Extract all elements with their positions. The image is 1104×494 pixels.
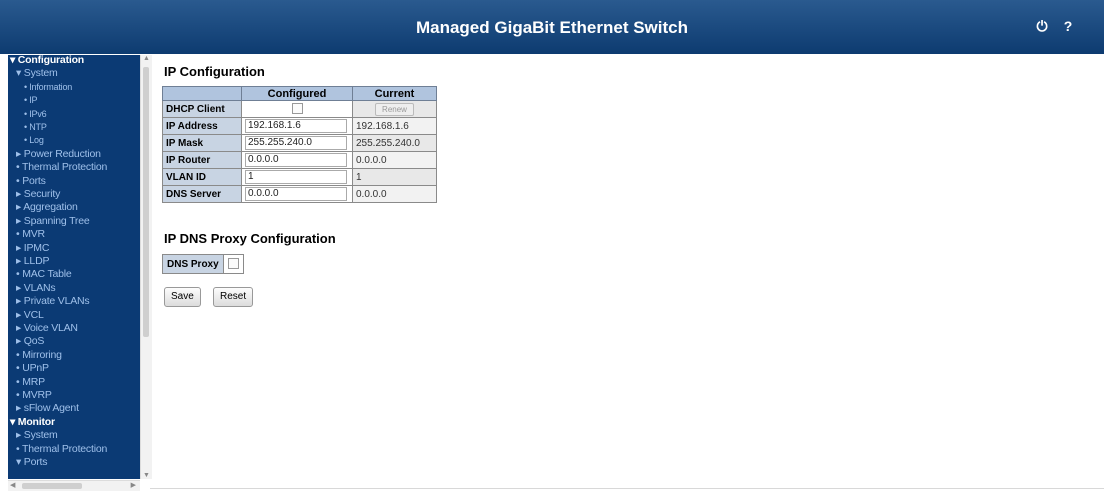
- sidebar-item[interactable]: • Ports: [16, 175, 46, 187]
- ip-mask-label: IP Mask: [162, 134, 242, 152]
- sidebar-item[interactable]: ▸ Security: [16, 189, 60, 200]
- header-bar: Managed GigaBit Ethernet Switch ⏻ ?: [0, 0, 1104, 54]
- sidebar-item[interactable]: ▸ Private VLANs: [16, 296, 90, 307]
- dns-server-input[interactable]: 0.0.0.0: [245, 187, 347, 201]
- sidebar-item[interactable]: • MAC Table: [16, 269, 72, 280]
- vlan-id-input[interactable]: 1: [245, 170, 347, 184]
- ip-router-label: IP Router: [162, 151, 242, 169]
- sidebar-item[interactable]: • Thermal Protection: [16, 162, 107, 173]
- sidebar-item[interactable]: ▸ VCL: [16, 309, 44, 321]
- ip-address-current: 192.168.1.6: [352, 117, 437, 135]
- dns-proxy-cell: [222, 254, 244, 274]
- sidebar-item[interactable]: ▸ LLDP: [16, 256, 49, 267]
- scroll-down-arrow-icon[interactable]: ▼: [142, 472, 151, 479]
- sidebar-item[interactable]: • UPnP: [16, 363, 49, 374]
- scroll-right-arrow-icon[interactable]: ▶: [131, 481, 136, 489]
- ip-mask-input[interactable]: 255.255.240.0: [245, 136, 347, 150]
- vlan-id-label: VLAN ID: [162, 168, 242, 186]
- sidebar-vertical-scrollbar[interactable]: ▲ ▼: [140, 55, 152, 479]
- sidebar-item[interactable]: ▸ Power Reduction: [16, 148, 101, 160]
- dns-proxy-table: DNS Proxy: [162, 254, 244, 274]
- sidebar-item[interactable]: ▸ Spanning Tree: [16, 215, 90, 227]
- sidebar-item[interactable]: ▸ Aggregation: [16, 202, 78, 213]
- column-header-current: Current: [352, 86, 437, 101]
- logout-icon[interactable]: ⏻: [1034, 18, 1050, 34]
- column-header-configured: Configured: [241, 86, 353, 101]
- ip-config-table: Configured Current DHCP Client Renew IP …: [162, 86, 437, 203]
- sidebar-item[interactable]: • MVRP: [16, 390, 52, 401]
- sidebar-item[interactable]: • IP: [24, 95, 38, 106]
- scrollbar-thumb[interactable]: [143, 67, 149, 337]
- vlan-id-current: 1: [352, 168, 437, 186]
- sidebar-item[interactable]: ▸ Voice VLAN: [16, 323, 78, 334]
- save-button[interactable]: Save: [164, 287, 201, 307]
- sidebar-item[interactable]: • Thermal Protection: [16, 443, 107, 455]
- table-row: DNS Proxy: [162, 254, 244, 274]
- dns-server-label: DNS Server: [162, 185, 242, 203]
- sidebar-item[interactable]: ▸ QoS: [16, 336, 44, 347]
- navigation-sidebar: ▾ Configuration ▾ System • Information • IP…: [8, 55, 140, 479]
- table-row: DNS Server 0.0.0.0 0.0.0.0: [162, 185, 437, 203]
- dns-proxy-checkbox[interactable]: [227, 258, 239, 270]
- sidebar-item[interactable]: • Information: [24, 82, 72, 93]
- table-row: IP Mask 255.255.240.0 255.255.240.0: [162, 134, 437, 152]
- sidebar-horizontal-scrollbar[interactable]: ◀ ▶: [8, 480, 140, 491]
- sidebar-item[interactable]: ▸ sFlow Agent: [16, 403, 79, 414]
- scroll-left-arrow-icon[interactable]: ◀: [10, 481, 15, 489]
- sidebar-item[interactable]: • IPv6: [24, 109, 47, 120]
- sidebar-item[interactable]: ▾ Ports: [16, 457, 47, 468]
- sidebar-item[interactable]: ▸ System: [16, 430, 58, 441]
- table-row: VLAN ID 1 1: [162, 168, 437, 186]
- renew-cell: Renew: [352, 100, 437, 118]
- table-row: DHCP Client Renew: [162, 100, 437, 118]
- app-title: Managed GigaBit Ethernet Switch: [415, 18, 689, 37]
- ip-router-current: 0.0.0.0: [352, 151, 437, 169]
- scrollbar-thumb[interactable]: [22, 483, 82, 489]
- sidebar-item[interactable]: ▾ Configuration: [10, 55, 84, 66]
- help-icon[interactable]: ?: [1060, 18, 1076, 34]
- dhcp-client-checkbox[interactable]: [291, 103, 303, 115]
- reset-button[interactable]: Reset: [213, 287, 254, 307]
- header-blank: [162, 86, 242, 101]
- sidebar-item[interactable]: • NTP: [24, 122, 47, 133]
- dns-proxy-label: DNS Proxy: [162, 254, 224, 274]
- table-row: IP Router 0.0.0.0 0.0.0.0: [162, 151, 437, 169]
- sidebar-item[interactable]: • Log: [24, 135, 44, 146]
- sidebar-item[interactable]: • MRP: [16, 376, 45, 388]
- ip-mask-current: 255.255.240.0: [352, 134, 437, 152]
- sidebar-item[interactable]: ▸ VLANs: [16, 282, 56, 294]
- ip-router-input[interactable]: 0.0.0.0: [245, 153, 347, 167]
- ip-address-label: IP Address: [162, 117, 242, 135]
- dns-server-current: 0.0.0.0: [352, 185, 437, 203]
- dhcp-client-cell: [241, 100, 353, 118]
- sidebar-item[interactable]: • Mirroring: [16, 349, 62, 361]
- sidebar-item[interactable]: ▸ IPMC: [16, 242, 49, 254]
- scroll-up-arrow-icon[interactable]: ▲: [142, 55, 151, 62]
- dns-proxy-section-title: IP DNS Proxy Configuration: [164, 231, 336, 246]
- ip-address-input[interactable]: 192.168.1.6: [245, 119, 347, 133]
- divider: [150, 488, 1104, 489]
- renew-button: Renew: [375, 102, 414, 116]
- table-header-row: Configured Current: [162, 86, 437, 101]
- dhcp-client-label: DHCP Client: [162, 100, 242, 118]
- page-title: IP Configuration: [164, 64, 265, 79]
- table-row: IP Address 192.168.1.6 192.168.1.6: [162, 117, 437, 135]
- sidebar-item[interactable]: ▾ System: [16, 68, 58, 79]
- sidebar-item[interactable]: • MVR: [16, 229, 45, 240]
- sidebar-item[interactable]: ▾ Monitor: [10, 416, 55, 428]
